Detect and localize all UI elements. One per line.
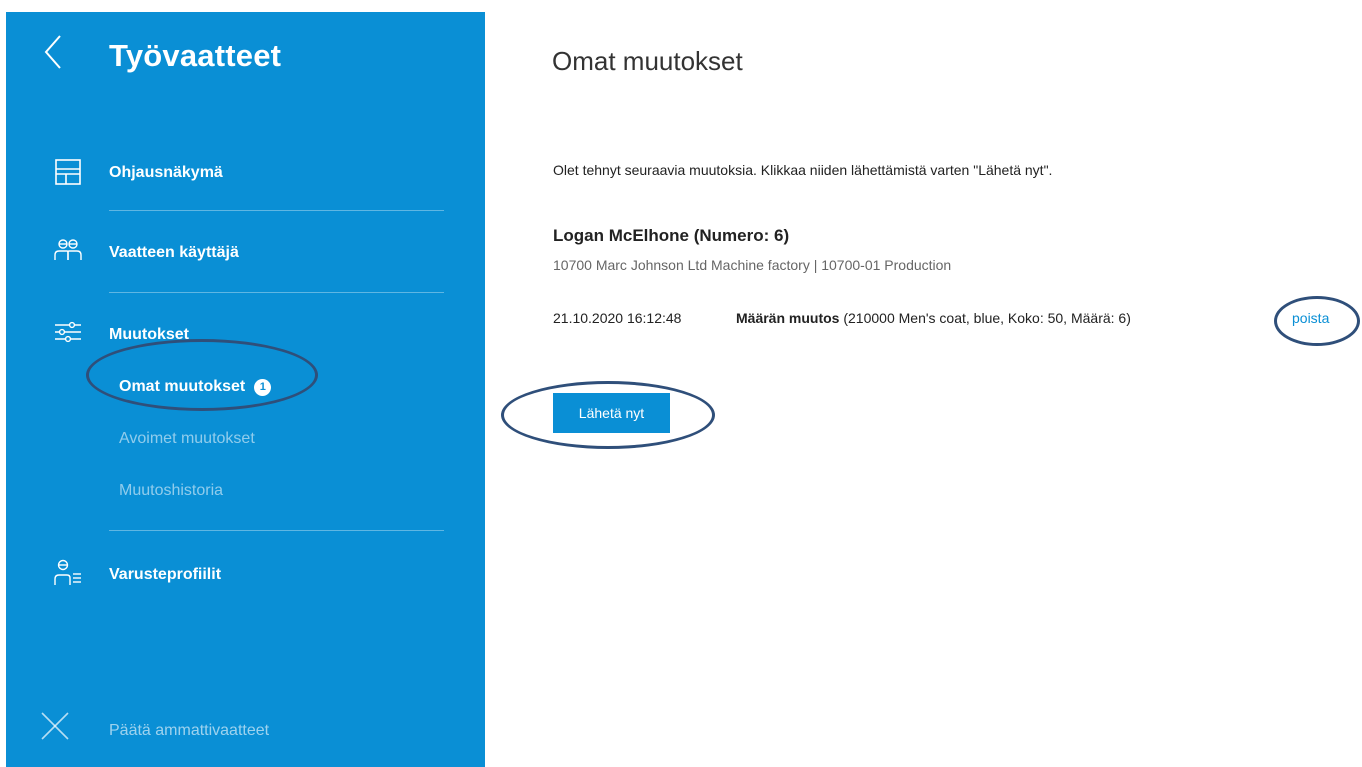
sidebar: Työvaatteet Ohjausnäkymä Vaatteen käyttä…: [6, 12, 485, 767]
change-type: Määrän muutos: [736, 310, 840, 326]
page-title: Omat muutokset: [552, 46, 743, 76]
intro-text: Olet tehnyt seuraavia muutoksia. Klikkaa…: [553, 162, 1053, 178]
count-badge: 1: [254, 379, 272, 396]
dashboard-icon: [54, 158, 82, 186]
nav-item-dashboard[interactable]: Ohjausnäkymä: [109, 164, 223, 182]
sub-item-own-changes[interactable]: Omat muutokset 1: [119, 378, 272, 396]
sub-item-open-changes[interactable]: Avoimet muutokset: [119, 430, 255, 448]
change-timestamp: 21.10.2020 16:12:48: [553, 310, 682, 326]
change-row: 21.10.2020 16:12:48 Määrän muutos (210000…: [553, 310, 1131, 326]
close-icon[interactable]: [40, 711, 70, 741]
person-organization: 10700 Marc Johnson Ltd Machine factory |…: [553, 257, 952, 273]
send-now-button[interactable]: Lähetä nyt: [553, 393, 670, 433]
sub-item-own-changes-label: Omat muutokset: [119, 378, 246, 395]
app-title: Työvaatteet: [109, 38, 282, 73]
nav-item-equipment-profiles[interactable]: Varusteprofiilit: [109, 566, 221, 584]
profile-list-icon: [54, 558, 82, 586]
exit-workwear-link[interactable]: Päätä ammattivaatteet: [109, 722, 269, 740]
nav-divider: [109, 210, 444, 211]
sub-item-change-history[interactable]: Muutoshistoria: [119, 482, 223, 500]
person-name: Logan McElhone (Numero: 6): [553, 226, 790, 245]
users-icon: [54, 236, 82, 264]
nav-divider: [109, 530, 444, 531]
back-arrow-icon[interactable]: [34, 32, 74, 72]
change-details: (210000 Men's coat, blue, Koko: 50, Määr…: [843, 310, 1131, 326]
nav-item-changes[interactable]: Muutokset: [109, 326, 189, 344]
nav-item-garment-user[interactable]: Vaatteen käyttäjä: [109, 244, 239, 262]
nav-divider: [109, 292, 444, 293]
sliders-icon: [54, 318, 82, 346]
remove-change-link[interactable]: poista: [1292, 310, 1329, 326]
